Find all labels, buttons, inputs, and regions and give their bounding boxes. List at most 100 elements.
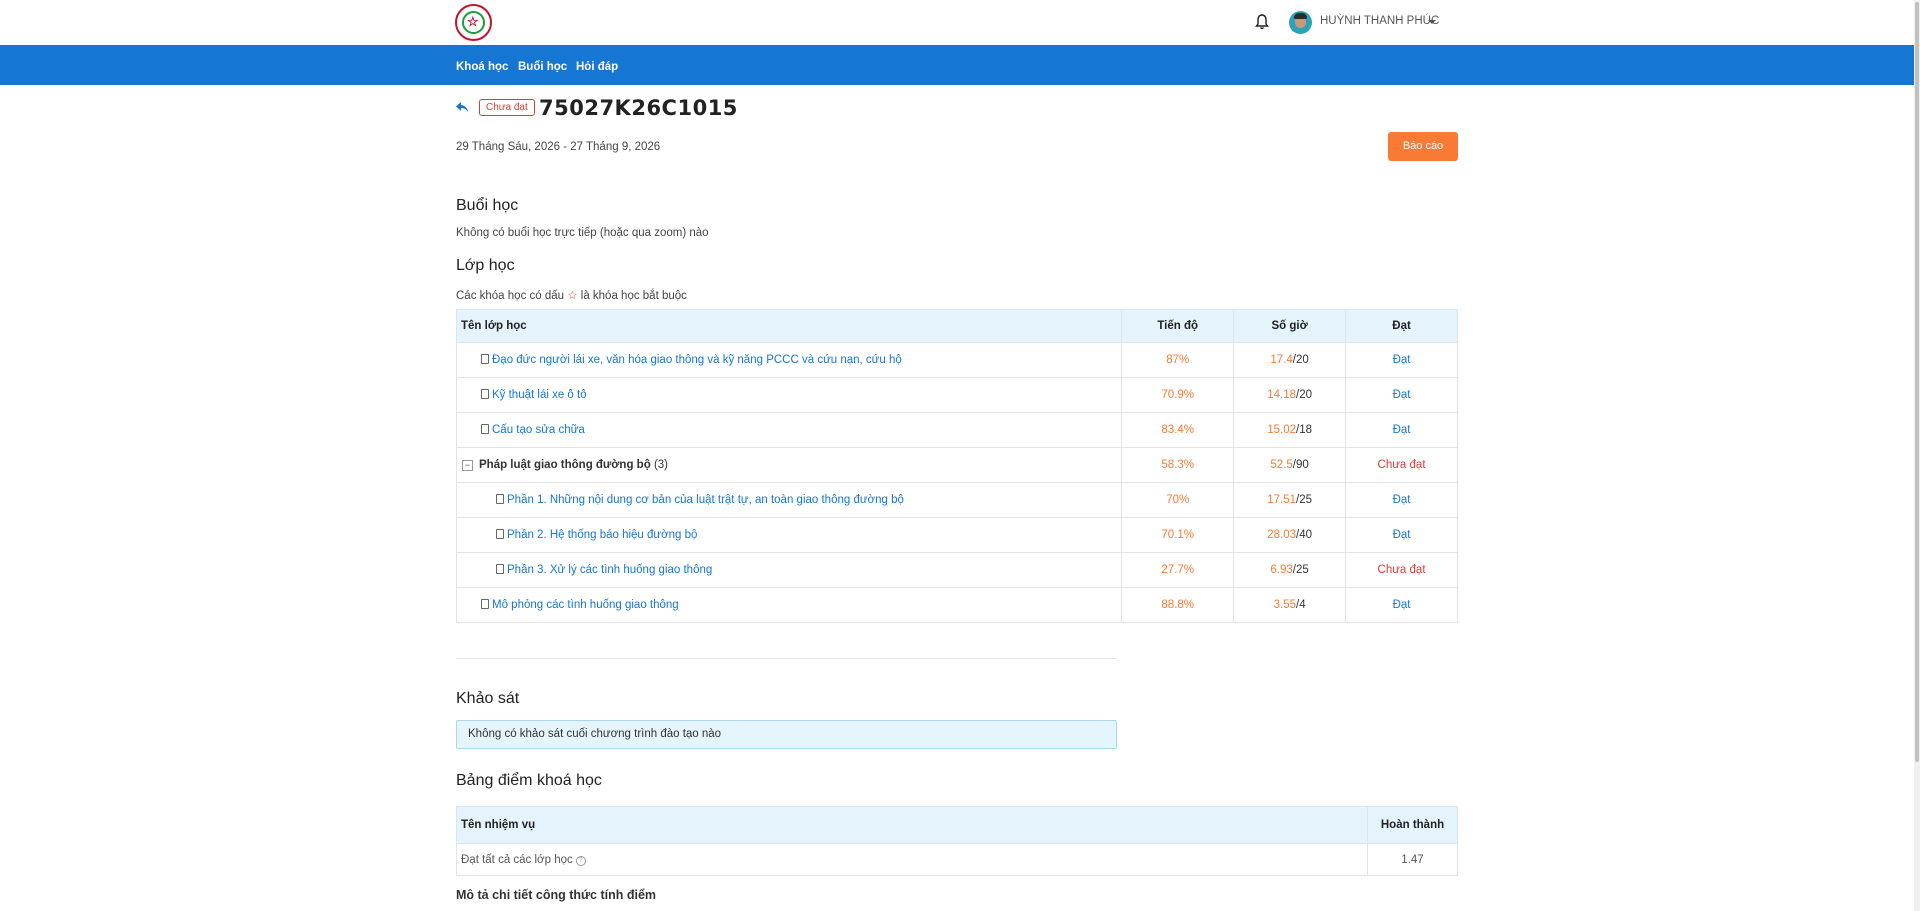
class-name-cell: Mô phỏng các tình huống giao thông (455, 587, 1123, 623)
col-progress: Tiến độ (1121, 309, 1235, 343)
class-link[interactable]: Phần 2. Hệ thống báo hiệu đường bộ (507, 529, 697, 541)
class-link[interactable]: Phần 3. Xử lý các tình huống giao thông (507, 564, 712, 576)
group-count: (3) (653, 459, 668, 471)
hours-cell: 3.55/4 (1233, 587, 1347, 623)
status-badge: Chưa đạt (479, 99, 535, 116)
status-cell: Đạt (1345, 412, 1458, 448)
scrollbar-thumb[interactable] (1915, 2, 1919, 762)
table-row: Phần 1. Những nội dung cơ bản của luật t… (455, 482, 1458, 518)
status-cell: Đạt (1345, 377, 1458, 413)
hours-done: 28.03 (1267, 529, 1296, 541)
progress-cell: 70.9% (1121, 377, 1235, 413)
hours-cell: 28.03/40 (1233, 517, 1347, 553)
class-name-cell: − Pháp luật giao thông đường bộ (3) (455, 447, 1123, 483)
classes-note: Các khóa học có dấu ☆ là khóa học bắt bu… (456, 288, 687, 302)
class-name-cell: Kỹ thuật lái xe ô tô (455, 377, 1123, 413)
hours-cell: 15.02/18 (1233, 412, 1347, 448)
task-name: Đạt tất cả các lớp học (461, 853, 573, 866)
hours-done: 3.55 (1273, 599, 1296, 611)
progress-cell: 70% (1121, 482, 1235, 518)
logo[interactable]: ☆ (455, 4, 492, 41)
classes-table: Tên lớp học Tiến độ Số giờ Đạt Đạo đức n… (455, 309, 1458, 623)
nav-item-qa[interactable]: Hỏi đáp (576, 61, 618, 73)
classes-note-prefix: Các khóa học có dấu (456, 290, 565, 302)
hours-total: /90 (1292, 459, 1309, 471)
table-row: Cấu tạo sửa chữa 83.4% 15.02/18 Đạt (455, 412, 1458, 448)
progress-cell: 87% (1121, 342, 1235, 378)
hours-total: /4 (1296, 599, 1306, 611)
sessions-title: Buổi học (456, 197, 519, 214)
table-header-row: Tên lớp học Tiến độ Số giờ Đạt (455, 309, 1458, 343)
table-row: Đạt tất cả các lớp học? 1.47 (456, 843, 1458, 876)
class-link[interactable]: Cấu tạo sửa chữa (492, 424, 585, 436)
class-link[interactable]: Phần 1. Những nội dung cơ bản của luật t… (507, 494, 904, 506)
avatar-hair (1294, 13, 1307, 19)
hours-done: 6.93 (1270, 564, 1293, 576)
hours-total: /25 (1292, 564, 1309, 576)
class-link[interactable]: Mô phỏng các tình huống giao thông (492, 599, 679, 611)
class-name-cell: Phần 2. Hệ thống báo hiệu đường bộ (455, 517, 1123, 553)
hours-total: /18 (1296, 424, 1312, 436)
back-arrow-icon[interactable] (455, 101, 469, 113)
class-name-cell: Cấu tạo sửa chữa (455, 412, 1123, 448)
user-name[interactable]: HUỲNH THANH PHÚC (1320, 15, 1439, 27)
hours-done: 15.02 (1267, 424, 1296, 436)
status-cell: Đạt (1345, 587, 1458, 623)
course-dates: 29 Tháng Sáu, 2026 - 27 Tháng 9, 2026 (456, 141, 661, 153)
progress-cell: 27.7% (1121, 552, 1235, 588)
progress-cell: 83.4% (1121, 412, 1235, 448)
sessions-empty-text: Không có buổi học trực tiếp (hoặc qua zo… (456, 227, 709, 239)
class-name-cell: Đạo đức người lái xe, văn hóa giao thông… (455, 342, 1123, 378)
progress-cell: 70.1% (1121, 517, 1235, 553)
group-label: Pháp luật giao thông đường bộ (479, 459, 651, 471)
progress-cell: 88.8% (1121, 587, 1235, 623)
collapse-toggle-icon[interactable]: − (462, 460, 473, 471)
survey-title: Khảo sát (456, 690, 520, 707)
class-link[interactable]: Đạo đức người lái xe, văn hóa giao thông… (492, 354, 902, 366)
hours-done: 17.4 (1270, 354, 1293, 366)
col-completed: Hoàn thành (1367, 806, 1458, 844)
hours-done: 17.51 (1267, 494, 1296, 506)
task-cell: Đạt tất cả các lớp học? (456, 843, 1368, 876)
logo-mark: ☆ (467, 14, 479, 29)
table-row: Phần 2. Hệ thống báo hiệu đường bộ 70.1%… (455, 517, 1458, 553)
hours-done: 52.5 (1270, 459, 1293, 471)
nav-item-courses[interactable]: Khoá học (456, 61, 508, 73)
table-header-row: Tên nhiệm vụ Hoàn thành (456, 806, 1458, 844)
avatar[interactable] (1289, 11, 1312, 34)
class-name-cell: Phần 1. Những nội dung cơ bản của luật t… (455, 482, 1123, 518)
report-button[interactable]: Báo cáo (1388, 132, 1458, 161)
bell-icon[interactable] (1254, 13, 1270, 31)
document-icon (481, 424, 489, 434)
col-status: Đạt (1345, 309, 1458, 343)
class-name-cell: Phần 3. Xử lý các tình huống giao thông (455, 552, 1123, 588)
document-icon (481, 354, 489, 364)
star-icon: ☆ (567, 290, 578, 302)
status-cell: Chưa đạt (1345, 447, 1458, 483)
main-nav: Khoá học Buổi học Hỏi đáp (0, 45, 1914, 85)
hours-total: /25 (1296, 494, 1312, 506)
survey-empty-alert: Không có khảo sát cuối chương trình đào … (456, 720, 1117, 749)
classes-title: Lớp học (456, 257, 515, 274)
top-bar: ☆ HUỲNH THANH PHÚC (0, 0, 1920, 45)
table-row-group: − Pháp luật giao thông đường bộ (3) 58.3%… (455, 447, 1458, 483)
classes-note-suffix: là khóa học bắt buộc (580, 290, 687, 302)
hours-done: 14.18 (1267, 389, 1296, 401)
document-icon (496, 564, 504, 574)
table-row: Kỹ thuật lái xe ô tô 70.9% 14.18/20 Đạt (455, 377, 1458, 413)
nav-item-sessions[interactable]: Buổi học (518, 61, 567, 73)
hours-cell: 14.18/20 (1233, 377, 1347, 413)
status-cell: Chưa đạt (1345, 552, 1458, 588)
hours-cell: 6.93/25 (1233, 552, 1347, 588)
table-row: Phần 3. Xử lý các tình huống giao thông … (455, 552, 1458, 588)
divider (456, 658, 1116, 659)
chevron-down-icon[interactable] (1428, 20, 1436, 24)
hours-cell: 17.4/20 (1233, 342, 1347, 378)
scores-title: Bảng điểm khoá học (456, 772, 602, 789)
class-link[interactable]: Kỹ thuật lái xe ô tô (492, 389, 587, 401)
document-icon (481, 389, 489, 399)
col-class-name: Tên lớp học (455, 309, 1123, 343)
hours-total: /40 (1296, 529, 1312, 541)
page-title: 75027K26C1015 (539, 96, 738, 120)
help-icon[interactable]: ? (575, 855, 586, 866)
